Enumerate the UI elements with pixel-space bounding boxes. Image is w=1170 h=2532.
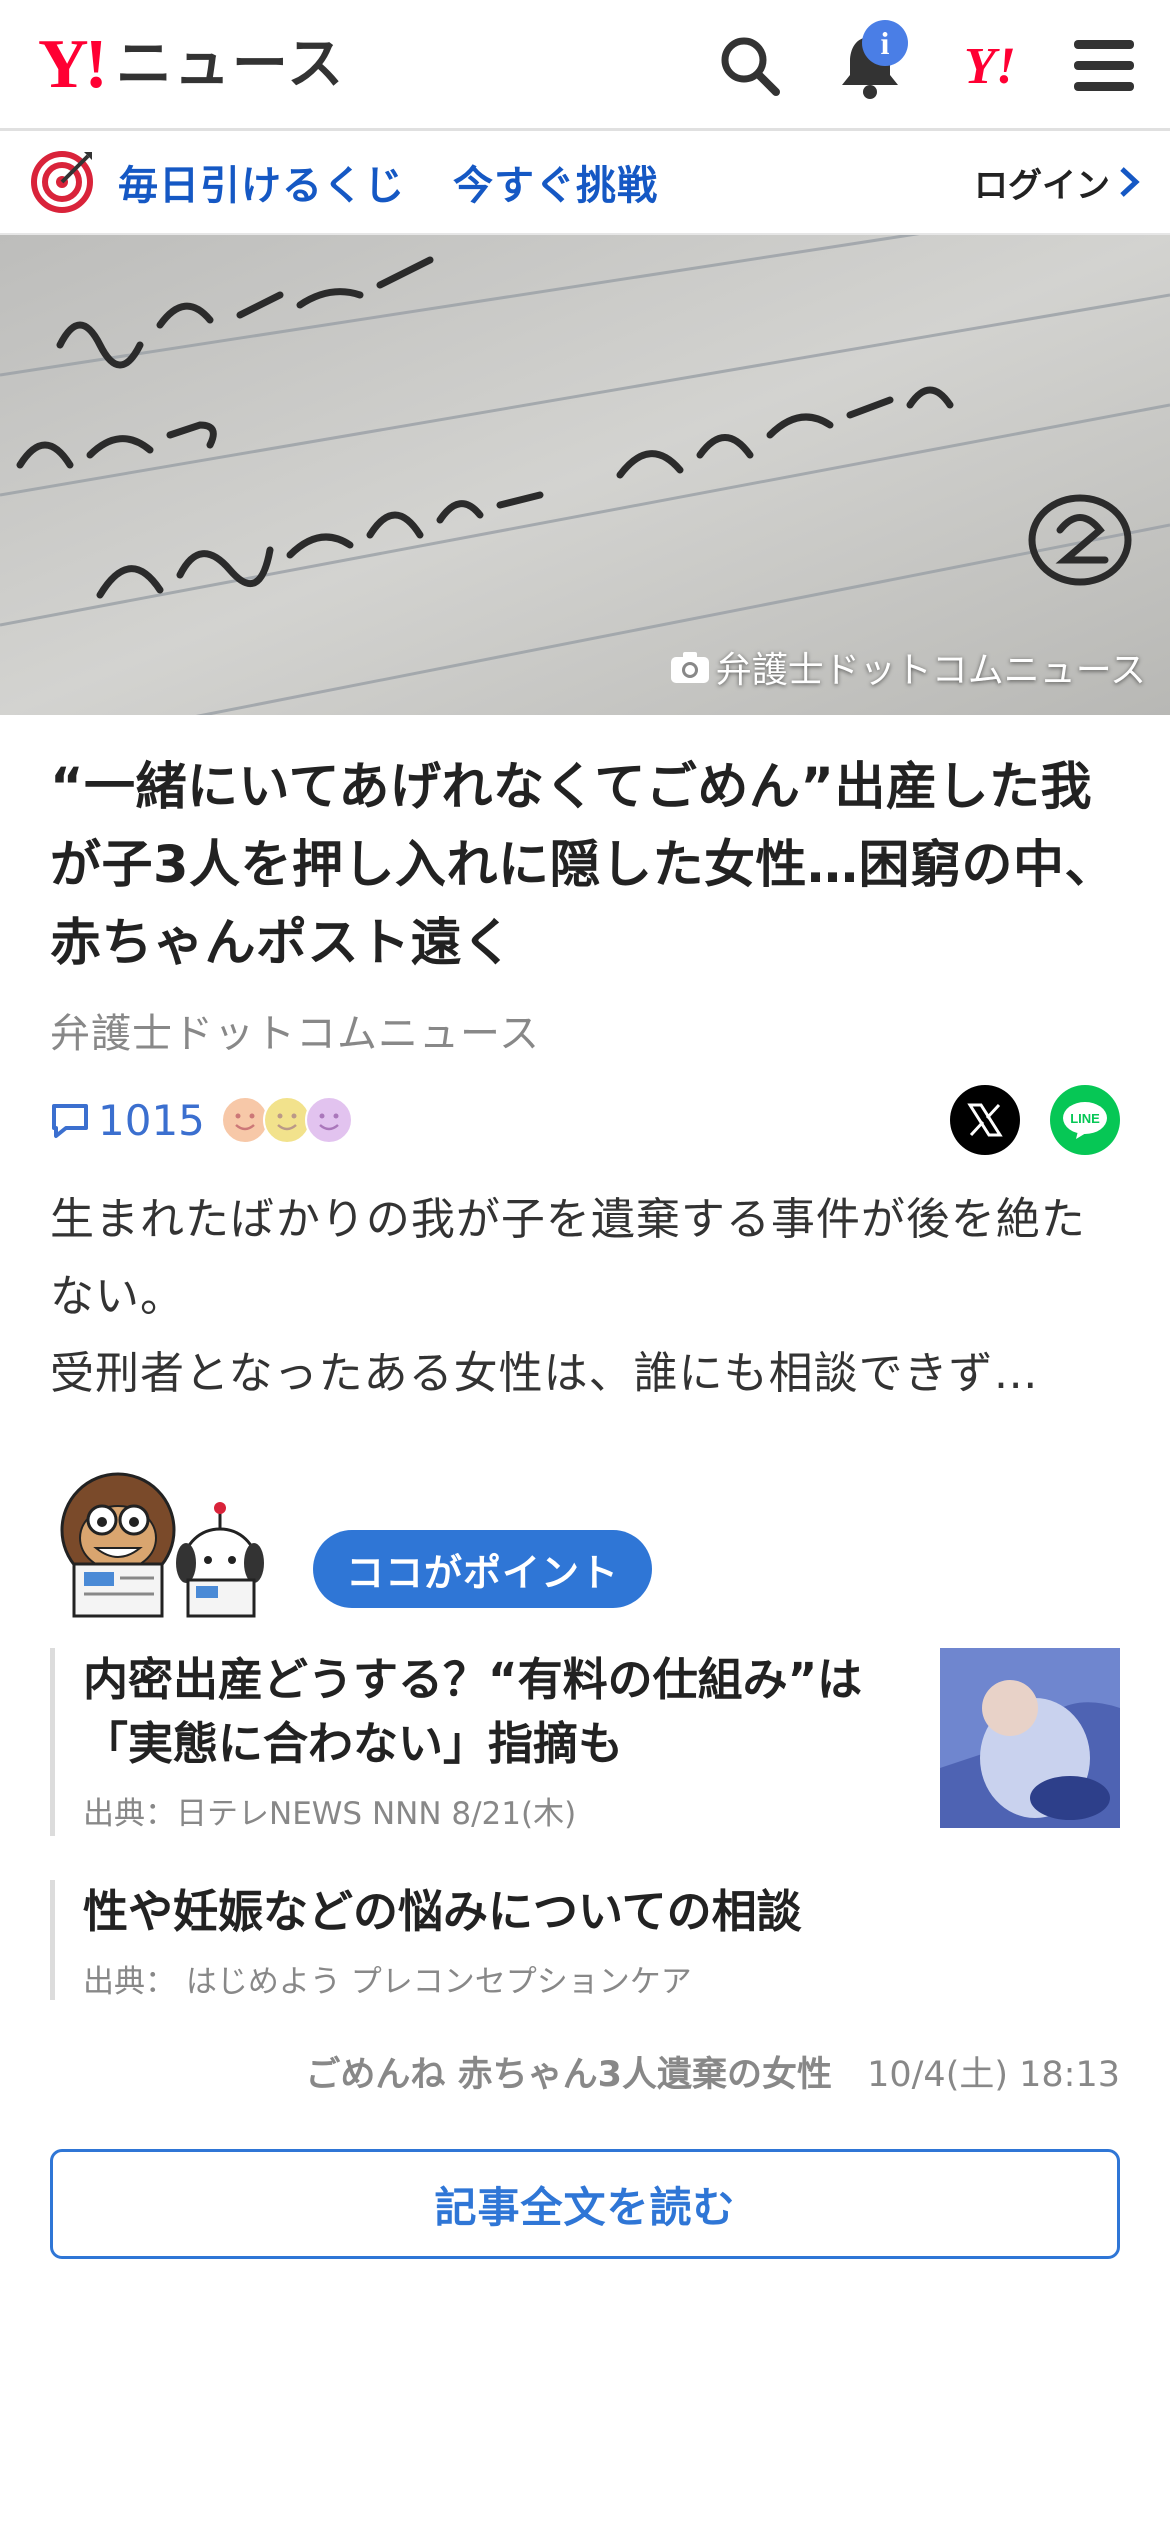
top-header: Y! ニュース i Y!: [0, 0, 1170, 131]
lottery-promo-bar[interactable]: 毎日引けるくじ 今すぐ挑戦 ログイン: [0, 131, 1170, 235]
point-item[interactable]: 性や妊娠などの悩みについての相談 出典： はじめよう プレコンセプションケア: [50, 1880, 1120, 2000]
logo-mark: Y!: [38, 26, 108, 103]
share-buttons: LINE: [950, 1085, 1120, 1155]
comment-link[interactable]: 1015: [50, 1096, 353, 1145]
camera-icon: [670, 652, 709, 683]
point-item-title: 性や妊娠などの悩みについての相談: [83, 1885, 802, 1938]
chevron-right-icon: [1120, 167, 1140, 197]
publish-datetime: 10/4(土) 18:13: [867, 2055, 1120, 2095]
login-label: ログイン: [974, 165, 1110, 206]
login-link[interactable]: ログイン: [974, 158, 1142, 207]
article-meta: 1015 LINE: [50, 1085, 1120, 1155]
smile-face-purple-icon: [304, 1096, 353, 1144]
reaction-faces: [220, 1096, 353, 1144]
point-header: ココがポイント: [50, 1468, 1120, 1618]
topic-line: ごめんね 赤ちゃん3人遺棄の女性 10/4(土) 18:13: [50, 2046, 1120, 2097]
topic-link[interactable]: ごめんね 赤ちゃん3人遺棄の女性: [305, 2055, 832, 2095]
hamburger-menu-icon: [1074, 40, 1134, 91]
lead-line-1: 生まれたばかりの我が子を遺棄する事件が後を絶たない。: [50, 1194, 1086, 1322]
smile-face-yellow-icon: [262, 1096, 311, 1144]
article-title[interactable]: “一緒にいてあげれなくてごめん”出産した我が子3人を押し入れに隠した女性…困窮の…: [50, 749, 1120, 983]
lead-line-2: 受刑者となったある女性は、誰にも相談できず…: [50, 1348, 1039, 1399]
search-icon: [721, 37, 780, 96]
photo-credit: 弁護士ドットコムニュース: [670, 641, 1146, 693]
point-item-title: 内密出産どうする？“有料の仕組み”は「実態に合わない」指摘も: [83, 1653, 863, 1770]
mascot-characters-reading-newspaper: [60, 1472, 264, 1618]
point-badge: ココがポイント: [313, 1530, 652, 1608]
smile-face-orange-icon: [220, 1096, 269, 1144]
read-full-article-button[interactable]: 記事全文を読む: [50, 2149, 1120, 2259]
share-line-button[interactable]: LINE: [1050, 1085, 1120, 1155]
promo-text-lottery[interactable]: 毎日引けるくじ: [118, 153, 405, 211]
share-x-button[interactable]: [950, 1085, 1020, 1155]
point-item-thumbnail: [940, 1648, 1120, 1828]
svg-text:LINE: LINE: [1070, 1111, 1100, 1126]
article-hero-image[interactable]: 弁護士ドットコムニュース: [0, 235, 1170, 715]
point-item[interactable]: 内密出産どうする？“有料の仕組み”は「実態に合わない」指摘も 出典：日テレNEW…: [50, 1648, 1120, 1836]
line-logo-icon: LINE: [1063, 1102, 1107, 1139]
x-logo-icon: [967, 1103, 1003, 1137]
notification-button[interactable]: i: [832, 20, 908, 104]
yahoo-home-link[interactable]: Y!: [950, 28, 1030, 104]
menu-button[interactable]: [1066, 28, 1142, 104]
logo-text: ニュース: [115, 32, 346, 97]
yahoo-news-logo[interactable]: Y! ニュース: [38, 30, 345, 100]
target-icon: [31, 151, 93, 213]
notification-badge: i: [862, 20, 908, 66]
promo-text-challenge[interactable]: 今すぐ挑戦: [453, 153, 658, 211]
comment-icon: [52, 1104, 88, 1138]
search-button[interactable]: [712, 28, 788, 104]
point-item-source: 出典： はじめよう プレコンセプションケア: [83, 1964, 692, 2000]
article-lead[interactable]: 生まれたばかりの我が子を遺棄する事件が後を絶たない。 受刑者となったある女性は、…: [50, 1181, 1120, 1412]
photo-credit-text: 弁護士ドットコムニュース: [715, 650, 1146, 691]
comment-count: 1015: [98, 1095, 205, 1145]
yahoo-logo-icon: Y!: [964, 37, 1016, 95]
article-source[interactable]: 弁護士ドットコムニュース: [50, 1001, 1120, 1059]
